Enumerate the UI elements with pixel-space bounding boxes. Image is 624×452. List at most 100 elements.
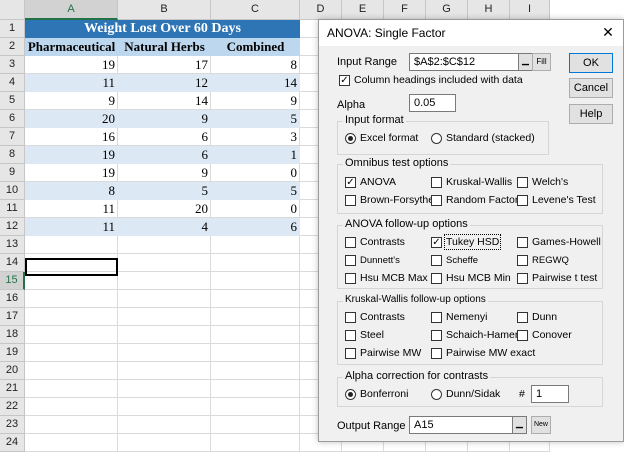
grid-cell[interactable] bbox=[118, 344, 211, 362]
row-header[interactable]: 24 bbox=[0, 434, 25, 452]
grid-cell[interactable] bbox=[211, 254, 300, 272]
grid-cell[interactable] bbox=[118, 434, 211, 452]
random-factor-checkbox[interactable] bbox=[431, 195, 442, 206]
sheet-title-cell[interactable]: Weight Lost Over 60 Days bbox=[25, 20, 300, 38]
data-cell[interactable]: 0 bbox=[211, 200, 300, 218]
data-cell[interactable]: 9 bbox=[25, 92, 118, 110]
column-header[interactable]: D bbox=[300, 0, 342, 20]
row-header[interactable]: 7 bbox=[0, 128, 25, 146]
row-header[interactable]: 19 bbox=[0, 344, 25, 362]
data-cell[interactable]: 16 bbox=[25, 128, 118, 146]
output-range-field[interactable]: A15 ▁ bbox=[409, 416, 527, 434]
data-cell[interactable]: 6 bbox=[118, 128, 211, 146]
data-cell[interactable]: 11 bbox=[25, 74, 118, 92]
row-header[interactable]: 23 bbox=[0, 416, 25, 434]
row-header[interactable]: 22 bbox=[0, 398, 25, 416]
contrasts-checkbox[interactable] bbox=[345, 237, 356, 248]
data-cell[interactable]: 5 bbox=[211, 110, 300, 128]
range-collapse-icon[interactable]: ▁ bbox=[518, 54, 532, 70]
grid-cell[interactable] bbox=[25, 380, 118, 398]
pairwise-mw-checkbox[interactable] bbox=[345, 348, 356, 359]
row-header[interactable]: 13 bbox=[0, 236, 25, 254]
column-header[interactable]: I bbox=[510, 0, 550, 20]
output-collapse-icon[interactable]: ▁ bbox=[512, 417, 526, 433]
grid-cell[interactable] bbox=[211, 272, 300, 290]
data-cell[interactable]: 5 bbox=[211, 182, 300, 200]
pairwise-t-checkbox[interactable] bbox=[517, 273, 528, 284]
grid-cell[interactable] bbox=[118, 236, 211, 254]
row-header[interactable]: 10 bbox=[0, 182, 25, 200]
select-all-corner[interactable] bbox=[0, 0, 25, 20]
input-range-field[interactable]: $A$2:$C$12 ▁ bbox=[409, 53, 533, 71]
help-button[interactable]: Help bbox=[569, 104, 613, 124]
column-header[interactable]: H bbox=[468, 0, 510, 20]
nemenyi-checkbox[interactable] bbox=[431, 312, 442, 323]
hsu-mcb-min-checkbox[interactable] bbox=[431, 273, 442, 284]
column-header[interactable]: B bbox=[118, 0, 211, 20]
data-cell[interactable]: 9 bbox=[118, 164, 211, 182]
dunn-checkbox[interactable] bbox=[517, 312, 528, 323]
grid-cell[interactable] bbox=[211, 434, 300, 452]
pairwise-mw-exact-checkbox[interactable] bbox=[431, 348, 442, 359]
grid-cell[interactable] bbox=[211, 236, 300, 254]
grid-cell[interactable] bbox=[25, 308, 118, 326]
data-cell[interactable]: 1 bbox=[211, 146, 300, 164]
contrast-count-field[interactable]: 1 bbox=[531, 385, 569, 403]
kruskal-wallis-checkbox[interactable] bbox=[431, 177, 442, 188]
data-cell[interactable]: 0 bbox=[211, 164, 300, 182]
column-headings-checkbox[interactable]: ✓ bbox=[339, 75, 350, 86]
data-cell[interactable]: 19 bbox=[25, 146, 118, 164]
grid-cell[interactable] bbox=[211, 290, 300, 308]
grid-cell[interactable] bbox=[211, 344, 300, 362]
close-icon[interactable]: ✕ bbox=[598, 23, 618, 41]
brown-forsythe-checkbox[interactable] bbox=[345, 195, 356, 206]
row-header[interactable]: 11 bbox=[0, 200, 25, 218]
row-header[interactable]: 21 bbox=[0, 380, 25, 398]
regwq-checkbox[interactable] bbox=[517, 255, 528, 266]
new-button[interactable]: New bbox=[531, 416, 551, 434]
data-cell[interactable]: 8 bbox=[25, 182, 118, 200]
data-cell[interactable]: 11 bbox=[25, 218, 118, 236]
row-header[interactable]: 12 bbox=[0, 218, 25, 236]
grid-cell[interactable] bbox=[25, 398, 118, 416]
row-header[interactable]: 1 bbox=[0, 20, 25, 38]
grid-cell[interactable] bbox=[118, 326, 211, 344]
grid-cell[interactable] bbox=[211, 416, 300, 434]
anova-checkbox[interactable]: ✓ bbox=[345, 177, 356, 188]
conover-checkbox[interactable] bbox=[517, 330, 528, 341]
data-cell[interactable]: 9 bbox=[118, 110, 211, 128]
dunnett-checkbox[interactable] bbox=[345, 255, 356, 266]
row-header[interactable]: 3 bbox=[0, 56, 25, 74]
grid-cell[interactable] bbox=[25, 416, 118, 434]
cancel-button[interactable]: Cancel bbox=[569, 78, 613, 98]
fill-button[interactable]: Fill bbox=[532, 53, 551, 71]
grid-cell[interactable] bbox=[211, 308, 300, 326]
data-cell[interactable]: 20 bbox=[25, 110, 118, 128]
data-cell[interactable]: 19 bbox=[25, 164, 118, 182]
standard-stacked-radio[interactable] bbox=[431, 133, 442, 144]
data-cell[interactable]: 12 bbox=[118, 74, 211, 92]
row-header[interactable]: 6 bbox=[0, 110, 25, 128]
column-header[interactable]: C bbox=[211, 0, 300, 20]
row-header[interactable]: 5 bbox=[0, 92, 25, 110]
row-header[interactable]: 4 bbox=[0, 74, 25, 92]
column-header[interactable]: E bbox=[342, 0, 384, 20]
levene-checkbox[interactable] bbox=[517, 195, 528, 206]
grid-cell[interactable] bbox=[118, 308, 211, 326]
data-cell[interactable]: 4 bbox=[118, 218, 211, 236]
grid-cell[interactable] bbox=[118, 398, 211, 416]
column-header[interactable]: G bbox=[426, 0, 468, 20]
data-cell[interactable]: 14 bbox=[211, 74, 300, 92]
grid-cell[interactable] bbox=[211, 380, 300, 398]
grid-cell[interactable] bbox=[211, 398, 300, 416]
data-cell[interactable]: 19 bbox=[25, 56, 118, 74]
dunn-sidak-radio[interactable] bbox=[431, 389, 442, 400]
grid-cell[interactable] bbox=[25, 434, 118, 452]
schaich-hamerle-checkbox[interactable] bbox=[431, 330, 442, 341]
row-header[interactable]: 14 bbox=[0, 254, 25, 272]
row-header[interactable]: 16 bbox=[0, 290, 25, 308]
grid-cell[interactable] bbox=[25, 344, 118, 362]
header-pharmaceutical[interactable]: Pharmaceutical bbox=[25, 38, 118, 56]
grid-cell[interactable] bbox=[25, 236, 118, 254]
data-cell[interactable]: 20 bbox=[118, 200, 211, 218]
